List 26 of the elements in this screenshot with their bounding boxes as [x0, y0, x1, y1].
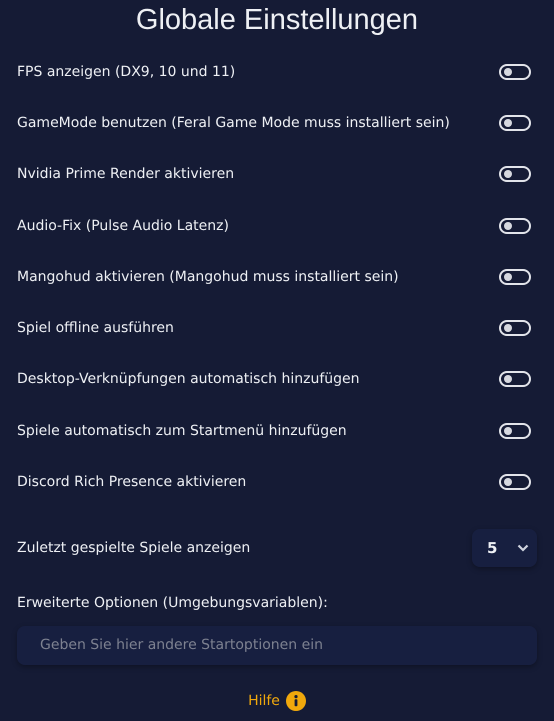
- setting-label: Mangohud aktivieren (Mangohud muss installiert sein): [17, 268, 399, 285]
- toggle-switch[interactable]: [499, 114, 531, 131]
- toggle-switch[interactable]: [499, 474, 531, 490]
- setting-label: Audio-Fix (Pulse Audio Latenz): [17, 218, 229, 234]
- count-dropdown[interactable]: 5: [472, 528, 537, 567]
- setting-label: FPS anzeigen (DX9, 10 und 11): [17, 64, 236, 80]
- chevron-down-icon: [517, 544, 529, 552]
- toggle-switch[interactable]: [499, 371, 531, 388]
- toggle-switch[interactable]: [499, 320, 531, 336]
- setting-label: Spiel offline ausführen: [17, 320, 174, 336]
- input-field[interactable]: Geben Sie hier andere Startoptionen ein: [17, 626, 537, 665]
- setting-label: GameMode benutzen (Feral Game Mode muss installiert sein): [17, 114, 450, 131]
- setting-label: Discord Rich Presence aktivieren: [17, 474, 246, 490]
- help-link[interactable]: Hilfe: [248, 692, 280, 709]
- info-icon[interactable]: [286, 690, 306, 711]
- setting-label: Spiele automatisch zum Startmenü hinzufügen: [17, 422, 347, 439]
- page-title: Globale Einstellungen: [134, 3, 420, 38]
- toggle-switch[interactable]: [499, 422, 531, 439]
- toggle-switch[interactable]: [499, 166, 531, 182]
- setting-label: Desktop-Verknüpfungen automatisch hinzufügen: [17, 371, 360, 388]
- toggle-switch[interactable]: [499, 218, 531, 234]
- toggle-switch[interactable]: [499, 268, 531, 285]
- setting-label: Zuletzt gespielte Spiele anzeigen: [17, 540, 250, 556]
- setting-label: Nvidia Prime Render aktivieren: [17, 166, 234, 182]
- field-label: Erweiterte Optionen (Umgebungsvariablen):: [17, 594, 329, 611]
- toggle-switch[interactable]: [499, 64, 531, 80]
